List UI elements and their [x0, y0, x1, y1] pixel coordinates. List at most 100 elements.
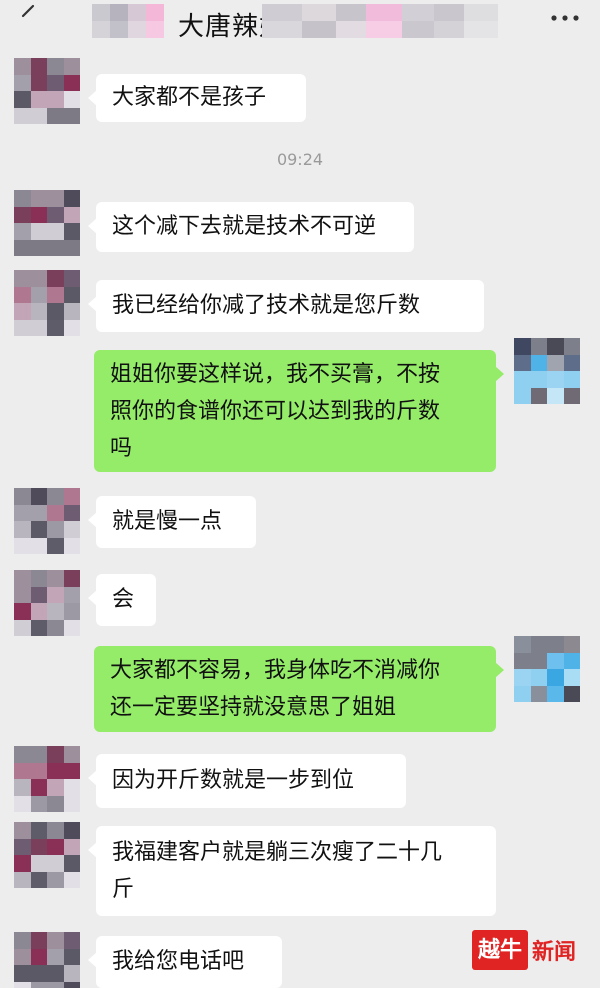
avatar-pixel [30, 286, 47, 303]
avatar-pixel [14, 521, 31, 538]
avatar-pixel [530, 387, 547, 404]
avatar-pixel [63, 871, 80, 888]
avatar-pixel [63, 239, 80, 256]
avatar-pixel [30, 206, 47, 223]
avatar-pixel [63, 537, 80, 554]
message-bubble-incoming[interactable]: 我已经给你减了技术就是您斤数 [88, 280, 484, 332]
contact-avatar[interactable] [14, 746, 80, 812]
avatar-pixel [30, 570, 47, 587]
message-bubble-incoming[interactable]: 我福建客户就是躺三次瘦了二十几 斤 [88, 826, 496, 916]
news-watermark-logo: 越牛 新闻 [472, 930, 584, 970]
avatar-pixel [514, 669, 531, 686]
avatar-pixel [30, 270, 47, 287]
avatar-pixel [47, 504, 64, 521]
avatar-pixel [47, 239, 64, 256]
avatar-pixel [63, 206, 80, 223]
user-avatar[interactable] [514, 636, 580, 702]
avatar-pixel [47, 521, 64, 538]
more-dots-icon[interactable] [548, 6, 582, 30]
avatar-pixel [14, 762, 31, 779]
watermark-text: 新闻 [532, 940, 577, 965]
message-text-line: 大家都不容易，我身体吃不消减你 [110, 658, 441, 683]
message-text: 就是慢一点 [112, 509, 223, 534]
avatar-pixel [514, 636, 531, 653]
avatar-pixel [30, 822, 47, 839]
avatar-pixel [63, 570, 80, 587]
message-bubble-incoming[interactable]: 就是慢一点 [88, 496, 256, 548]
message-bubble-incoming[interactable]: 大家都不是孩子 [88, 74, 306, 122]
avatar-pixel [14, 58, 31, 75]
avatar-pixel [47, 746, 64, 763]
contact-avatar[interactable] [14, 932, 80, 988]
avatar-pixel [14, 822, 31, 839]
avatar-pixel [30, 521, 47, 538]
avatar-pixel [30, 965, 47, 982]
avatar-pixel [563, 371, 580, 388]
contact-avatar[interactable] [14, 488, 80, 554]
avatar-pixel [47, 932, 64, 949]
avatar-pixel [563, 354, 580, 371]
message-text-line: 我福建客户就是躺三次瘦了二十几 [112, 840, 443, 865]
contact-avatar[interactable] [14, 270, 80, 336]
contact-avatar[interactable] [14, 822, 80, 888]
avatar-pixel [47, 206, 64, 223]
message-text-line: 姐姐你要这样说，我不买膏，不按 [110, 362, 441, 387]
message-text: 我给您电话吧 [112, 949, 245, 974]
avatar-pixel [514, 354, 531, 371]
avatar-pixel [14, 488, 31, 505]
avatar-pixel [47, 619, 64, 636]
avatar-pixel [14, 286, 31, 303]
avatar-pixel [14, 932, 31, 949]
message-bubble-outgoing[interactable]: 姐姐你要这样说，我不买膏，不按 照你的食谱你还可以达到我的斤数 吗 [94, 350, 504, 472]
message-bubble-incoming[interactable]: 会 [88, 574, 156, 626]
avatar-pixel [14, 504, 31, 521]
avatar-pixel [563, 636, 580, 653]
avatar-pixel [14, 570, 31, 587]
avatar-pixel [514, 371, 531, 388]
avatar-pixel [14, 795, 31, 812]
avatar-pixel [30, 603, 47, 620]
avatar-pixel [30, 762, 47, 779]
message-bubble-incoming[interactable]: 这个减下去就是技术不可逆 [88, 202, 414, 252]
avatar-pixel [514, 685, 531, 702]
message-bubble-incoming[interactable]: 我给您电话吧 [88, 936, 282, 988]
avatar-pixel [30, 319, 47, 336]
avatar-pixel [30, 586, 47, 603]
avatar-pixel [63, 270, 80, 287]
chat-title: 大唐辣妹 [92, 4, 512, 42]
avatar-pixel [14, 586, 31, 603]
avatar-pixel [63, 521, 80, 538]
contact-avatar[interactable] [14, 190, 80, 256]
user-avatar[interactable] [514, 338, 580, 404]
contact-avatar[interactable] [14, 58, 80, 124]
avatar-pixel [14, 746, 31, 763]
avatar-pixel [63, 981, 80, 988]
avatar-pixel [514, 387, 531, 404]
avatar-pixel [47, 779, 64, 796]
avatar-pixel [14, 91, 31, 108]
title-mosaic-right [262, 4, 498, 38]
back-arrow-icon[interactable] [14, 2, 44, 32]
avatar-pixel [47, 319, 64, 336]
avatar-pixel [47, 488, 64, 505]
contact-avatar[interactable] [14, 570, 80, 636]
avatar-pixel [14, 779, 31, 796]
avatar-pixel [63, 965, 80, 982]
avatar-pixel [47, 871, 64, 888]
avatar-pixel [547, 652, 564, 669]
avatar-pixel [30, 504, 47, 521]
avatar-pixel [14, 74, 31, 91]
avatar-pixel [30, 58, 47, 75]
message-bubble-incoming[interactable]: 因为开斤数就是一步到位 [88, 754, 406, 808]
avatar-pixel [14, 981, 31, 988]
avatar-pixel [14, 855, 31, 872]
avatar-pixel [47, 570, 64, 587]
avatar-pixel [30, 537, 47, 554]
avatar-pixel [47, 603, 64, 620]
avatar-pixel [47, 58, 64, 75]
avatar-pixel [30, 795, 47, 812]
avatar-pixel [30, 488, 47, 505]
message-bubble-outgoing[interactable]: 大家都不容易，我身体吃不消减你 还一定要坚持就没意思了姐姐 [94, 646, 504, 732]
avatar-pixel [63, 107, 80, 124]
avatar-pixel [63, 619, 80, 636]
